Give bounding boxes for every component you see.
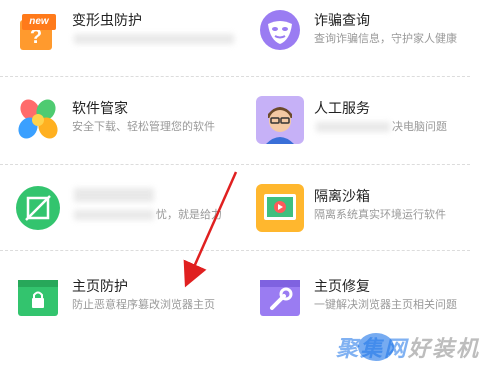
watermark-text: 聚集网好装机 [335, 336, 480, 361]
tools-grid: ? new 变形虫防护 诈骗查询 查询诈骗信息，守护家人健康 软件管家 安全下载… [0, 0, 488, 367]
annotation-arrow [183, 171, 238, 288]
